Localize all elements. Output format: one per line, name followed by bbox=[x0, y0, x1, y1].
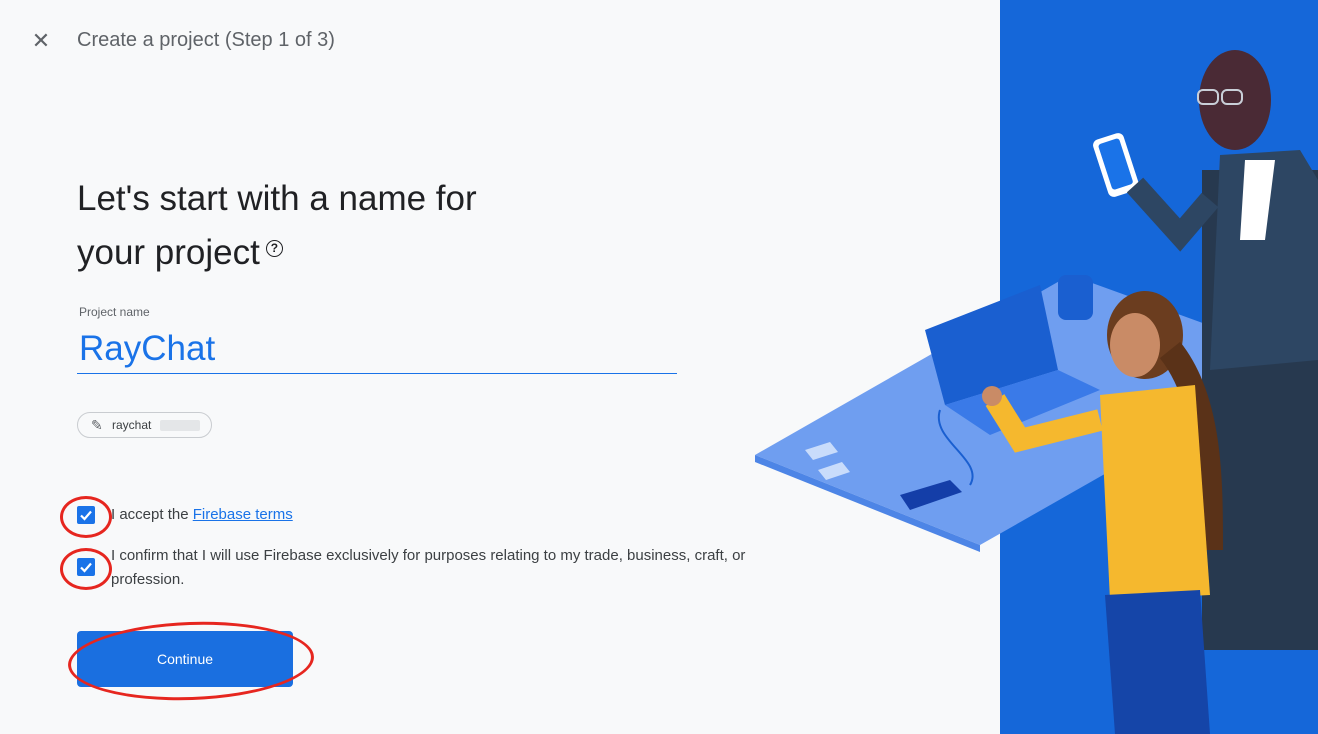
headline-line-1: Let's start with a name for bbox=[77, 179, 477, 218]
woman-shirt bbox=[1100, 385, 1210, 600]
project-id-chip[interactable]: ✎ raychat bbox=[77, 412, 212, 438]
project-name-input[interactable] bbox=[77, 324, 677, 374]
confirm-purpose-checkbox[interactable] bbox=[77, 558, 95, 576]
close-icon[interactable]: ✕ bbox=[30, 30, 52, 52]
accept-terms-checkbox[interactable] bbox=[77, 506, 95, 524]
help-icon[interactable]: ? bbox=[265, 240, 283, 257]
confirm-purpose-label: I confirm that I will use Firebase exclu… bbox=[111, 547, 746, 588]
accept-terms-label: I accept the Firebase terms bbox=[111, 506, 293, 523]
page-title: Create a project (Step 1 of 3) bbox=[77, 29, 335, 51]
headline: Let's start with a name for your project… bbox=[77, 172, 577, 280]
illustration bbox=[755, 50, 1318, 734]
pencil-icon: ✎ bbox=[91, 417, 103, 433]
project-id-text: raychat bbox=[112, 418, 152, 432]
continue-button[interactable]: Continue bbox=[77, 631, 293, 687]
cup bbox=[1058, 275, 1093, 320]
man-head bbox=[1199, 50, 1271, 150]
project-id-suffix-redacted bbox=[160, 420, 200, 431]
woman-pants bbox=[1105, 590, 1210, 734]
man-arm bbox=[1126, 177, 1219, 252]
headline-line-2: your project? bbox=[77, 226, 577, 280]
woman-face bbox=[1110, 313, 1160, 377]
project-name-label: Project name bbox=[79, 305, 150, 319]
firebase-terms-link[interactable]: Firebase terms bbox=[193, 506, 293, 523]
